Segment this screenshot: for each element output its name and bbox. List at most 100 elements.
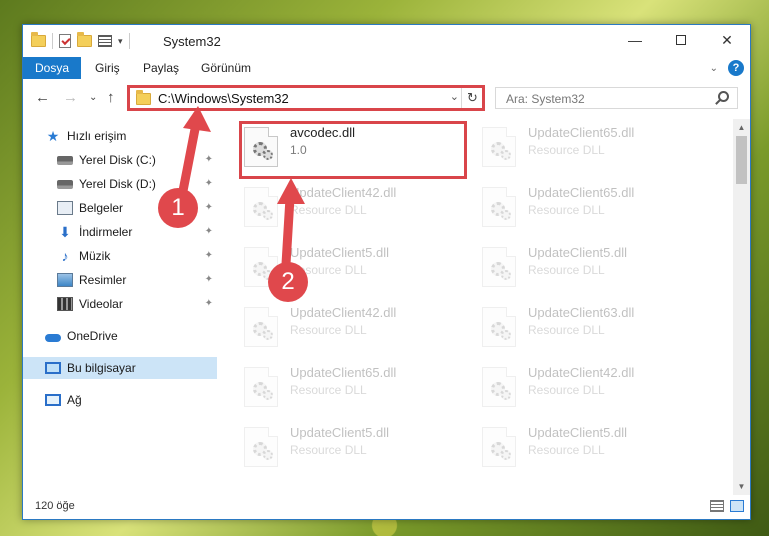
pin-icon: ✦ <box>204 178 213 189</box>
recent-locations-icon[interactable]: ⌄ <box>89 92 97 103</box>
music-icon: ♪ <box>61 248 69 264</box>
help-icon[interactable]: ? <box>728 60 744 76</box>
pin-icon: ✦ <box>204 226 213 237</box>
file-item[interactable]: UpdateClient65.dll Resource DLL <box>241 363 471 415</box>
status-bar: 120 öğe <box>23 495 750 519</box>
file-description: Resource DLL <box>528 143 605 157</box>
back-button[interactable]: ← <box>35 89 50 106</box>
file-item[interactable]: UpdateClient5.dll Resource DLL <box>479 423 709 475</box>
item-count: 120 öğe <box>35 500 75 512</box>
download-icon: ⬇ <box>59 224 71 240</box>
file-item[interactable]: UpdateClient42.dll Resource DLL <box>241 183 471 235</box>
file-description: Resource DLL <box>528 263 605 277</box>
new-folder-icon[interactable] <box>77 32 92 47</box>
dll-file-icon <box>244 427 278 467</box>
sidebar-item-network[interactable]: Ağ <box>23 389 217 411</box>
star-icon: ★ <box>46 128 60 144</box>
sidebar-item-videos[interactable]: Videolar ✦ <box>23 293 217 315</box>
sidebar-item-label: Müzik <box>79 249 111 263</box>
list-icon[interactable] <box>98 35 112 47</box>
gear-icon <box>501 390 511 400</box>
customize-dropdown-icon[interactable]: ▾ <box>118 36 123 47</box>
navigation-bar: ← → ⌄ ↑ C:\Windows\System32 ⌄ ↻ Ara: Sys… <box>23 83 750 113</box>
sidebar-item-music[interactable]: ♪ Müzik ✦ <box>23 245 217 267</box>
gear-icon <box>501 450 511 460</box>
dll-file-icon <box>482 307 516 347</box>
dll-file-icon <box>482 427 516 467</box>
file-name: UpdateClient5.dll <box>528 425 628 440</box>
tiles-view-icon[interactable] <box>730 500 744 512</box>
minimize-button[interactable]: — <box>612 25 658 55</box>
pin-icon: ✦ <box>204 154 213 165</box>
file-name: UpdateClient5.dll <box>290 245 390 260</box>
drive-icon <box>57 155 73 165</box>
expand-ribbon-icon[interactable]: ⌄ <box>710 63 718 74</box>
properties-icon[interactable] <box>59 34 71 48</box>
file-name: UpdateClient65.dll <box>290 365 397 380</box>
pin-icon: ✦ <box>204 274 213 285</box>
gear-icon <box>501 270 511 280</box>
sidebar-item-pictures[interactable]: Resimler ✦ <box>23 269 217 291</box>
maximize-button[interactable] <box>658 25 704 55</box>
forward-button[interactable]: → <box>63 89 78 106</box>
gear-icon <box>263 210 273 220</box>
search-placeholder: Ara: System32 <box>506 92 585 106</box>
file-item[interactable]: UpdateClient65.dll Resource DLL <box>479 183 709 235</box>
gear-icon <box>263 390 273 400</box>
view-switcher <box>710 500 744 512</box>
file-name: UpdateClient42.dll <box>290 305 397 320</box>
navigation-pane: ★ Hızlı erişim Yerel Disk (C:) ✦ Yerel D… <box>23 121 217 491</box>
sidebar-item-this-pc[interactable]: Bu bilgisayar <box>23 357 217 379</box>
file-name: UpdateClient65.dll <box>528 125 635 140</box>
file-item[interactable]: UpdateClient5.dll Resource DLL <box>241 423 471 475</box>
documents-icon <box>57 201 73 215</box>
file-description: Resource DLL <box>528 383 605 397</box>
file-description: Resource DLL <box>528 443 605 457</box>
folder-icon <box>31 32 46 47</box>
file-item[interactable]: UpdateClient65.dll Resource DLL <box>479 123 709 175</box>
dll-file-icon <box>482 187 516 227</box>
sidebar-item-quick-access[interactable]: ★ Hızlı erişim <box>23 125 217 147</box>
gear-icon <box>501 150 511 160</box>
tab-file[interactable]: Dosya <box>23 57 82 79</box>
sidebar-item-onedrive[interactable]: OneDrive <box>23 325 217 347</box>
file-item[interactable]: UpdateClient63.dll Resource DLL <box>479 303 709 355</box>
address-highlight-box <box>127 85 485 111</box>
vertical-scrollbar[interactable]: ▲ ▼ <box>733 119 750 495</box>
toolbar-divider <box>128 33 130 49</box>
tab-home[interactable]: Giriş <box>83 57 132 79</box>
tab-share[interactable]: Paylaş <box>131 57 191 79</box>
tab-view[interactable]: Görünüm <box>189 57 263 79</box>
file-name: UpdateClient5.dll <box>290 425 390 440</box>
file-name: UpdateClient5.dll <box>528 245 628 260</box>
sidebar-item-label: İndirmeler <box>79 225 133 239</box>
sidebar-item-label: Videolar <box>79 297 123 311</box>
sidebar-item-local-disk-c[interactable]: Yerel Disk (C:) ✦ <box>23 149 217 171</box>
scroll-up-icon[interactable]: ▲ <box>733 119 750 136</box>
scrollbar-thumb[interactable] <box>736 136 747 184</box>
ribbon-tabs: Dosya Giriş Paylaş Görünüm ⌄ ? <box>23 57 750 79</box>
file-item[interactable]: UpdateClient42.dll Resource DLL <box>479 363 709 415</box>
search-input[interactable]: Ara: System32 <box>495 87 738 109</box>
sidebar-item-label: Yerel Disk (D:) <box>79 177 156 191</box>
gear-icon <box>263 330 273 340</box>
cloud-icon <box>45 334 61 342</box>
file-item[interactable]: UpdateClient5.dll Resource DLL <box>479 243 709 295</box>
file-name: UpdateClient65.dll <box>528 185 635 200</box>
pin-icon: ✦ <box>204 202 213 213</box>
explorer-window: ▾ System32 — ✕ Dosya Giriş Paylaş Görünü… <box>22 24 751 520</box>
up-button[interactable]: ↑ <box>107 89 115 106</box>
gear-icon <box>501 210 511 220</box>
dll-file-icon <box>244 307 278 347</box>
network-icon <box>45 394 61 406</box>
scroll-down-icon[interactable]: ▼ <box>733 478 750 495</box>
dll-file-icon <box>244 187 278 227</box>
sidebar-item-label: Yerel Disk (C:) <box>79 153 156 167</box>
pin-icon: ✦ <box>204 298 213 309</box>
file-item[interactable]: UpdateClient42.dll Resource DLL <box>241 303 471 355</box>
details-view-icon[interactable] <box>710 500 724 512</box>
close-button[interactable]: ✕ <box>704 25 750 55</box>
step-2-badge: 2 <box>268 262 308 302</box>
search-icon <box>718 91 729 102</box>
title-bar: ▾ System32 — ✕ <box>23 25 750 57</box>
